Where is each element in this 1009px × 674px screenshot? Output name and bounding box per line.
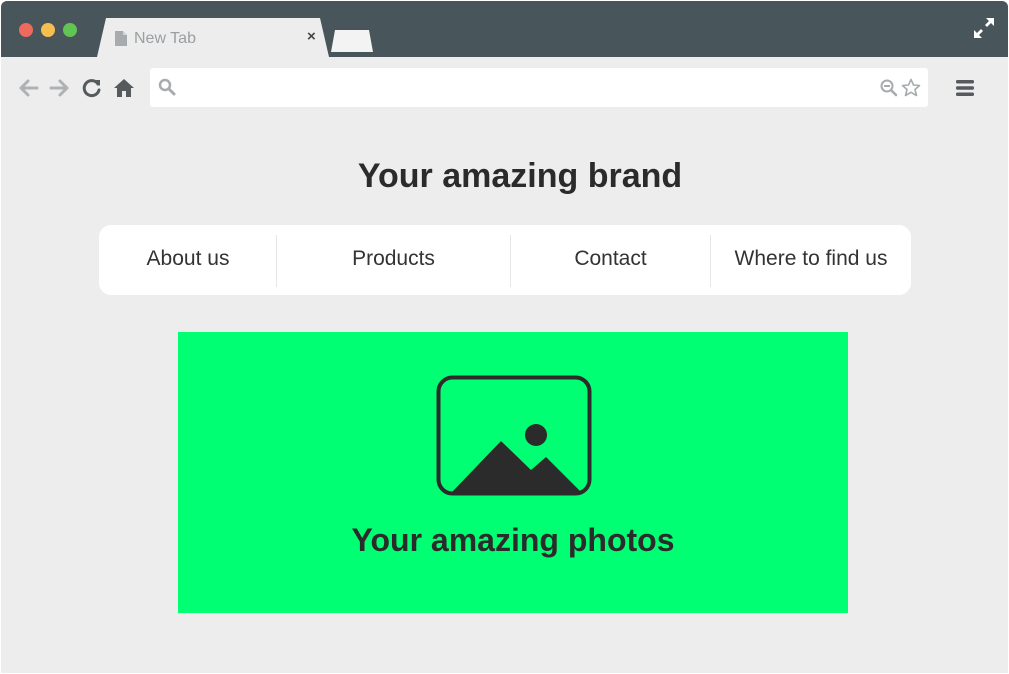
tab-title: New Tab xyxy=(134,30,196,47)
nav-item-about-us[interactable]: About us xyxy=(99,225,277,295)
nav-item-products[interactable]: Products xyxy=(277,225,510,295)
hero-caption: Your amazing photos xyxy=(351,522,675,558)
search-icon xyxy=(158,78,176,96)
tab-new-tab[interactable]: New Tab × xyxy=(97,18,329,57)
forward-arrow-icon[interactable] xyxy=(49,77,71,99)
fullscreen-icon[interactable] xyxy=(973,17,995,39)
site-navigation: About us Products Contact Where to find … xyxy=(99,225,911,295)
maximize-window-button[interactable] xyxy=(63,23,77,37)
minimize-window-button[interactable] xyxy=(41,23,55,37)
tab-close-icon[interactable]: × xyxy=(307,29,316,45)
nav-item-contact[interactable]: Contact xyxy=(511,225,710,295)
reload-icon[interactable] xyxy=(81,77,103,99)
brand-title: Your amazing brand xyxy=(357,157,683,195)
address-bar[interactable] xyxy=(150,68,928,107)
star-icon[interactable] xyxy=(901,78,921,98)
zoom-out-icon[interactable] xyxy=(880,79,898,97)
hamburger-menu-icon[interactable] xyxy=(955,78,975,98)
new-tab-button[interactable] xyxy=(331,30,373,52)
close-window-button[interactable] xyxy=(19,23,33,37)
title-bar: New Tab × xyxy=(1,1,1008,57)
back-arrow-icon[interactable] xyxy=(17,77,39,99)
document-icon xyxy=(115,31,127,46)
address-input[interactable] xyxy=(180,76,874,100)
nav-item-where-to-find-us[interactable]: Where to find us xyxy=(711,225,911,295)
hero-banner: Your amazing photos xyxy=(178,332,848,613)
image-placeholder-icon xyxy=(436,375,592,496)
browser-window: New Tab × Your amazing brand About us Pr… xyxy=(1,1,1008,673)
home-icon[interactable] xyxy=(113,77,135,99)
